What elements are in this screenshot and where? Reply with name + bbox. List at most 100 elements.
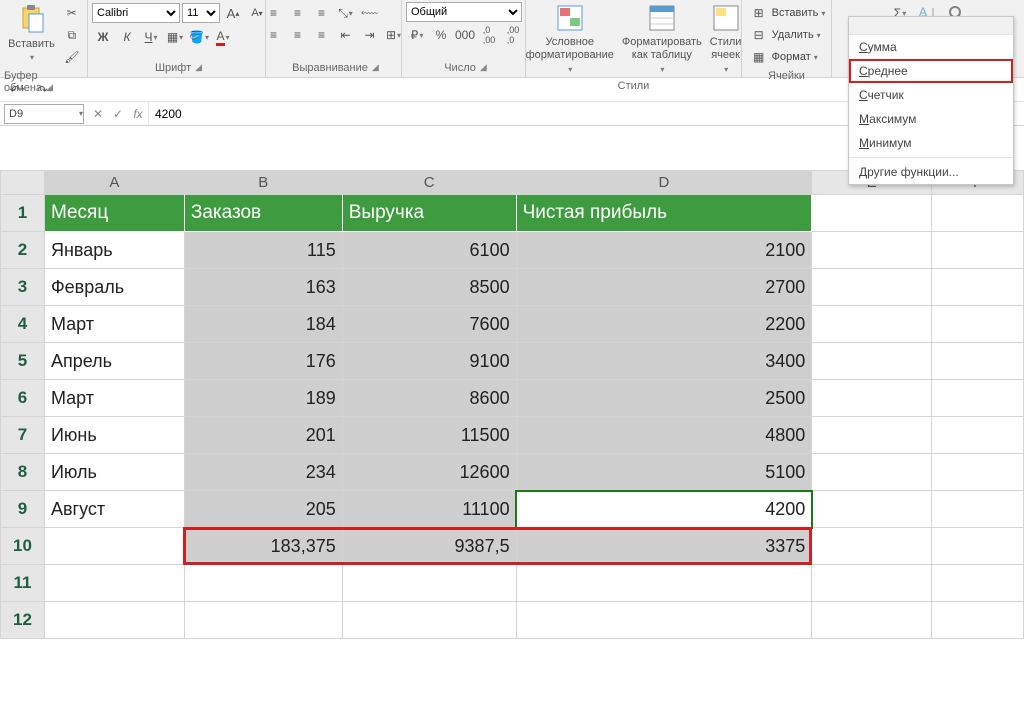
cell[interactable]: 9387,5	[342, 528, 516, 565]
menu-item-минимум[interactable]: Минимум	[849, 131, 1013, 155]
cell[interactable]	[516, 602, 812, 639]
column-header[interactable]: A	[44, 171, 184, 195]
border-button[interactable]: ▦▾	[164, 26, 186, 48]
cell[interactable]: Июнь	[44, 417, 184, 454]
dialog-launcher-icon[interactable]: ◢	[195, 62, 202, 72]
row-header[interactable]: 12	[1, 602, 45, 639]
table-header-cell[interactable]: Месяц	[44, 195, 184, 232]
cell[interactable]: 2700	[516, 269, 812, 306]
conditional-formatting-button[interactable]: Условное форматирование▾	[522, 2, 618, 78]
cell[interactable]: 4200	[516, 491, 812, 528]
wrap-text-icon[interactable]: ⬳	[359, 2, 381, 24]
row-header[interactable]: 10	[1, 528, 45, 565]
row-header[interactable]: 8	[1, 454, 45, 491]
cell[interactable]	[932, 491, 1024, 528]
select-all-corner[interactable]	[1, 171, 45, 195]
row-header[interactable]: 5	[1, 343, 45, 380]
cell[interactable]: Апрель	[44, 343, 184, 380]
cell[interactable]	[932, 343, 1024, 380]
delete-button[interactable]: ⊟Удалить▾	[748, 24, 821, 46]
align-bottom-icon[interactable]: ≡	[311, 2, 333, 24]
cell[interactable]	[812, 417, 932, 454]
row-header[interactable]: 11	[1, 565, 45, 602]
align-right-icon[interactable]: ≡	[311, 24, 333, 46]
dialog-launcher-icon[interactable]: ◢	[46, 82, 53, 92]
menu-item-сумма[interactable]: Сумма	[849, 35, 1013, 59]
cell[interactable]	[812, 380, 932, 417]
cell[interactable]	[812, 454, 932, 491]
align-left-icon[interactable]: ≡	[263, 24, 285, 46]
cell[interactable]: 163	[184, 269, 342, 306]
increase-indent-icon[interactable]: ⇥	[359, 24, 381, 46]
column-header[interactable]: B	[184, 171, 342, 195]
cell[interactable]: 8500	[342, 269, 516, 306]
number-format-select[interactable]: Общий	[406, 2, 522, 22]
cell[interactable]	[44, 602, 184, 639]
cell[interactable]: 3375	[516, 528, 812, 565]
cell[interactable]: Август	[44, 491, 184, 528]
align-center-icon[interactable]: ≡	[287, 24, 309, 46]
menu-item-счетчик[interactable]: Счетчик	[849, 83, 1013, 107]
cell[interactable]	[812, 602, 932, 639]
copy-icon[interactable]: ⧉	[61, 24, 83, 46]
underline-button[interactable]: Ч▾	[140, 26, 162, 48]
column-header[interactable]: C	[342, 171, 516, 195]
cell[interactable]	[44, 528, 184, 565]
name-box[interactable]: D9▾	[4, 104, 84, 124]
decrease-indent-icon[interactable]: ⇤	[335, 24, 357, 46]
cell[interactable]: 11100	[342, 491, 516, 528]
currency-icon[interactable]: ₽▾	[406, 24, 428, 46]
cell[interactable]: 9100	[342, 343, 516, 380]
spreadsheet-grid[interactable]: ABCDEF1МесяцЗаказовВыручкаЧистая прибыль…	[0, 170, 1024, 711]
format-button[interactable]: ▦Формат▾	[748, 46, 818, 68]
cell[interactable]	[932, 232, 1024, 269]
cell[interactable]: Март	[44, 380, 184, 417]
cell[interactable]: 2100	[516, 232, 812, 269]
cell[interactable]	[932, 454, 1024, 491]
fx-icon[interactable]: fx	[128, 107, 148, 121]
enter-icon[interactable]: ✓	[108, 107, 128, 121]
cell[interactable]: Февраль	[44, 269, 184, 306]
align-top-icon[interactable]: ≡	[263, 2, 285, 24]
cell[interactable]	[932, 306, 1024, 343]
bold-button[interactable]: Ж	[92, 26, 114, 48]
cell[interactable]: 2500	[516, 380, 812, 417]
cell[interactable]: 189	[184, 380, 342, 417]
cell[interactable]: 8600	[342, 380, 516, 417]
cell[interactable]	[932, 602, 1024, 639]
cell[interactable]: 2200	[516, 306, 812, 343]
cell[interactable]: 7600	[342, 306, 516, 343]
font-name-select[interactable]: Calibri	[92, 3, 180, 23]
cell[interactable]	[932, 380, 1024, 417]
cell[interactable]	[932, 528, 1024, 565]
row-header[interactable]: 7	[1, 417, 45, 454]
menu-item-максимум[interactable]: Максимум	[849, 107, 1013, 131]
cell[interactable]	[812, 565, 932, 602]
format-as-table-button[interactable]: Форматировать как таблицу▾	[618, 2, 706, 78]
cell[interactable]	[812, 528, 932, 565]
cell[interactable]	[812, 195, 932, 232]
orientation-icon[interactable]: ⤡▾	[335, 2, 357, 24]
table-header-cell[interactable]: Выручка	[342, 195, 516, 232]
insert-button[interactable]: ⊞Вставить▾	[748, 2, 826, 24]
row-header[interactable]: 3	[1, 269, 45, 306]
cell[interactable]: 12600	[342, 454, 516, 491]
row-header[interactable]: 1	[1, 195, 45, 232]
menu-item-среднее[interactable]: Среднее	[849, 59, 1013, 83]
increase-decimal-icon[interactable]: ,0,00	[478, 24, 500, 46]
cell-styles-button[interactable]: Стили ячеек▾	[706, 2, 746, 78]
increase-font-icon[interactable]: A▴	[222, 2, 244, 24]
cell[interactable]: 115	[184, 232, 342, 269]
paste-button[interactable]: Вставить▾	[4, 2, 59, 67]
cell[interactable]: 201	[184, 417, 342, 454]
table-header-cell[interactable]: Заказов	[184, 195, 342, 232]
cell[interactable]: Январь	[44, 232, 184, 269]
font-color-button[interactable]: А▾	[212, 26, 234, 48]
cell[interactable]: 6100	[342, 232, 516, 269]
table-header-cell[interactable]: Чистая прибыль	[516, 195, 812, 232]
cell[interactable]	[516, 565, 812, 602]
row-header[interactable]: 9	[1, 491, 45, 528]
comma-icon[interactable]: 000	[454, 24, 476, 46]
cell[interactable]	[342, 565, 516, 602]
menu-other-functions[interactable]: Другие функции...	[849, 160, 1013, 184]
